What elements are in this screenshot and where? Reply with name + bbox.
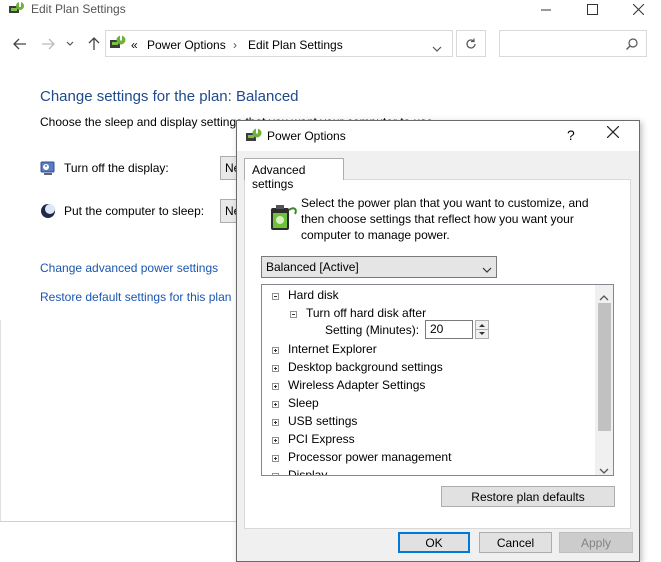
tree-item-label: Sleep	[288, 396, 319, 410]
expand-icon[interactable]	[272, 473, 279, 475]
collapse-icon[interactable]	[290, 311, 297, 318]
expand-icon[interactable]	[272, 437, 279, 444]
breadcrumb-overflow[interactable]: «	[131, 38, 138, 52]
sleep-icon	[40, 203, 56, 222]
breadcrumb-separator-icon: ›	[233, 38, 237, 52]
expand-icon[interactable]	[272, 383, 279, 390]
back-arrow-icon	[13, 38, 26, 50]
sleep-label: Put the computer to sleep:	[64, 204, 205, 218]
minimize-icon	[541, 9, 551, 11]
maximize-icon	[586, 3, 598, 15]
restore-plan-defaults-button[interactable]: Restore plan defaults	[441, 486, 615, 507]
cancel-button[interactable]: Cancel	[479, 532, 552, 553]
breadcrumb-edit-plan-settings[interactable]: Edit Plan Settings	[248, 38, 343, 52]
setting-minutes-label: Setting (Minutes):	[325, 323, 420, 337]
refresh-button[interactable]	[456, 30, 486, 57]
expand-icon[interactable]	[272, 365, 279, 372]
close-icon	[606, 125, 620, 139]
window-divider	[0, 521, 236, 522]
collapse-icon[interactable]	[272, 293, 279, 300]
tree-item-label: Display	[288, 468, 328, 476]
address-dropdown-icon[interactable]	[432, 41, 442, 55]
tree-item-label: Turn off hard disk after	[306, 306, 427, 320]
chevron-down-icon	[482, 262, 492, 276]
change-advanced-settings-link[interactable]: Change advanced power settings	[40, 261, 218, 275]
page-title: Change settings for the plan: Balanced	[40, 88, 299, 105]
settings-tree[interactable]: Hard disk Turn off hard disk after Setti…	[261, 284, 614, 476]
forward-arrow-icon	[42, 38, 55, 50]
dialog-title: Power Options	[267, 129, 346, 143]
spin-down-icon	[479, 332, 485, 335]
dialog-close-button[interactable]	[606, 125, 620, 141]
tree-item-label: PCI Express	[288, 432, 355, 446]
expand-icon[interactable]	[272, 401, 279, 408]
scroll-up-icon[interactable]	[599, 290, 609, 304]
tree-item-label: USB settings	[288, 414, 358, 428]
recent-locations-button[interactable]	[63, 35, 77, 53]
power-plan-select[interactable]: Balanced [Active]	[261, 256, 497, 278]
refresh-icon	[466, 38, 476, 49]
tree-item-label: Wireless Adapter Settings	[288, 378, 426, 392]
up-button[interactable]	[84, 35, 104, 53]
close-icon	[632, 3, 644, 15]
tab-advanced-settings[interactable]: Advanced settings	[244, 158, 344, 191]
setting-minutes-input[interactable]: 20	[425, 320, 473, 339]
apply-button[interactable]: Apply	[559, 532, 633, 553]
tree-item-label: Hard disk	[288, 288, 339, 302]
battery-plug-icon	[263, 198, 299, 237]
power-options-icon	[8, 1, 26, 20]
up-arrow-icon	[88, 37, 100, 50]
minutes-spinner[interactable]	[475, 320, 489, 339]
back-button[interactable]	[10, 35, 30, 53]
spin-up-icon	[479, 324, 485, 327]
tree-item-label: Desktop background settings	[288, 360, 443, 374]
chevron-down-icon	[66, 41, 74, 46]
window-title: Edit Plan Settings	[31, 2, 126, 16]
expand-icon[interactable]	[272, 419, 279, 426]
turn-off-display-label: Turn off the display:	[64, 161, 169, 175]
scroll-down-icon[interactable]	[599, 463, 609, 475]
scroll-thumb[interactable]	[598, 303, 611, 431]
control-panel-icon	[109, 34, 127, 55]
address-bar[interactable]: « Power Options › Edit Plan Settings	[105, 30, 453, 57]
close-button[interactable]	[615, 0, 661, 18]
display-icon	[40, 160, 56, 179]
power-options-icon	[245, 127, 263, 148]
breadcrumb-power-options[interactable]: Power Options	[147, 38, 226, 52]
expand-icon[interactable]	[272, 347, 279, 354]
tree-item-label: Processor power management	[288, 450, 452, 464]
power-options-dialog: Power Options ? Advanced settings Select…	[236, 120, 640, 562]
forward-button[interactable]	[38, 35, 58, 53]
help-button[interactable]: ?	[567, 127, 575, 143]
search-icon	[626, 38, 638, 53]
maximize-button[interactable]	[569, 0, 615, 18]
tree-item-label: Internet Explorer	[288, 342, 377, 356]
minimize-button[interactable]	[523, 0, 569, 18]
window-border	[0, 320, 1, 522]
intro-text: Select the power plan that you want to c…	[301, 196, 589, 242]
search-input[interactable]	[499, 30, 647, 57]
restore-defaults-link[interactable]: Restore default settings for this plan	[40, 290, 231, 304]
ok-button[interactable]: OK	[398, 532, 470, 553]
dialog-titlebar: Power Options ?	[237, 121, 639, 151]
expand-icon[interactable]	[272, 455, 279, 462]
